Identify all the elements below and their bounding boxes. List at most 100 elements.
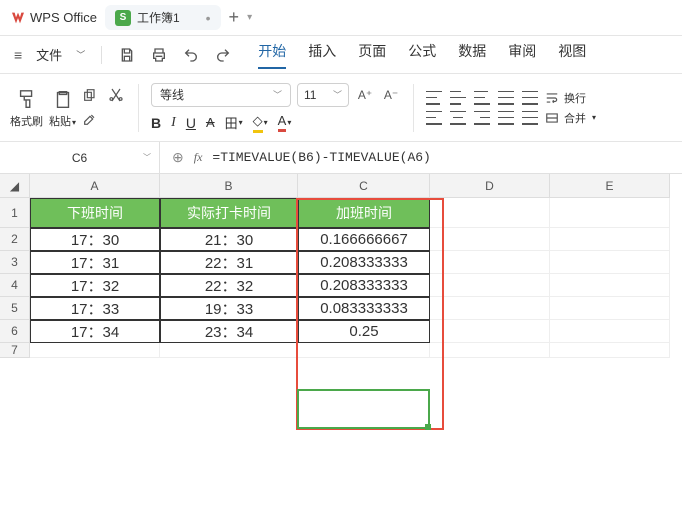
tab-review[interactable]: 审阅 [508, 41, 536, 69]
merge-button[interactable]: 合并▾ [544, 110, 596, 126]
align-left-icon[interactable] [426, 111, 442, 125]
cut-icon[interactable] [108, 87, 126, 105]
font-size-select[interactable]: 11 ﹀ [297, 83, 349, 107]
table-header[interactable]: 下班时间 [30, 198, 160, 228]
tab-menu-caret[interactable]: ▾ [247, 12, 252, 23]
print-icon[interactable] [150, 46, 168, 64]
cell[interactable]: 0.208333333 [298, 274, 430, 297]
align-right-icon[interactable] [474, 111, 490, 125]
table-header[interactable]: 加班时间 [298, 198, 430, 228]
underline-button[interactable]: U [186, 115, 196, 131]
tab-data[interactable]: 数据 [458, 41, 486, 69]
hamburger-icon[interactable]: ≡ [14, 47, 22, 63]
cell[interactable] [298, 343, 430, 358]
row-header[interactable]: 7 [0, 343, 30, 358]
file-menu[interactable]: 文件 [36, 45, 62, 64]
font-color-button[interactable]: A▾ [278, 113, 292, 132]
cell[interactable]: 0.166666667 [298, 228, 430, 251]
cell[interactable] [430, 343, 550, 358]
search-icon[interactable]: ⊕ [172, 149, 184, 166]
col-header-b[interactable]: B [160, 174, 298, 198]
undo-icon[interactable] [182, 46, 200, 64]
cell[interactable] [160, 343, 298, 358]
redo-icon[interactable] [214, 46, 232, 64]
cell[interactable] [550, 343, 670, 358]
font-name-select[interactable]: 等线 ﹀ [151, 83, 291, 107]
decrease-font-button[interactable]: A⁻ [381, 85, 401, 105]
save-icon[interactable] [118, 46, 136, 64]
cell-selected[interactable]: 0.25 [298, 320, 430, 343]
row-header[interactable]: 6 [0, 320, 30, 343]
tab-start[interactable]: 开始 [258, 41, 286, 69]
italic-button[interactable]: I [171, 115, 176, 131]
file-caret-icon[interactable]: ﹀ [76, 48, 85, 61]
cell[interactable]: 22：32 [160, 274, 298, 297]
col-header-a[interactable]: A [30, 174, 160, 198]
cell[interactable]: 21：30 [160, 228, 298, 251]
cell[interactable]: 22：31 [160, 251, 298, 274]
align-middle-icon[interactable] [450, 91, 466, 105]
cell[interactable] [430, 297, 550, 320]
cell[interactable] [550, 274, 670, 297]
cell[interactable] [430, 228, 550, 251]
row-header[interactable]: 3 [0, 251, 30, 274]
cell[interactable] [550, 198, 670, 228]
format-painter-button[interactable]: 格式刷 [10, 87, 43, 129]
cell[interactable]: 17：32 [30, 274, 160, 297]
cell[interactable]: 19：33 [160, 297, 298, 320]
cell[interactable]: 0.208333333 [298, 251, 430, 274]
tab-insert[interactable]: 插入 [308, 41, 336, 69]
cell[interactable] [430, 251, 550, 274]
cell[interactable] [430, 274, 550, 297]
copy-icon[interactable] [82, 87, 100, 105]
row-header[interactable]: 1 [0, 198, 30, 228]
col-header-c[interactable]: C [298, 174, 430, 198]
align-top-icon[interactable] [426, 91, 442, 105]
name-box[interactable]: C6 ﹀ [0, 142, 160, 173]
cell[interactable]: 0.083333333 [298, 297, 430, 320]
align-center-icon[interactable] [450, 111, 466, 125]
cell[interactable]: 17：31 [30, 251, 160, 274]
fx-icon[interactable]: fx [194, 150, 203, 165]
border-button[interactable]: 田▾ [225, 113, 243, 132]
bold-button[interactable]: B [151, 115, 161, 131]
indent-inc-icon[interactable] [522, 91, 538, 105]
col-header-d[interactable]: D [430, 174, 550, 198]
cell[interactable] [30, 343, 160, 358]
cell[interactable] [430, 198, 550, 228]
tab-page[interactable]: 页面 [358, 41, 386, 69]
cell[interactable] [550, 251, 670, 274]
cell[interactable] [550, 297, 670, 320]
doc-name: 工作簿1 [137, 9, 180, 26]
align-bottom-icon[interactable] [474, 91, 490, 105]
row-header[interactable]: 5 [0, 297, 30, 320]
tab-formula[interactable]: 公式 [408, 41, 436, 69]
table-header[interactable]: 实际打卡时间 [160, 198, 298, 228]
fill-color-button[interactable]: ◇▾ [253, 113, 268, 133]
cell[interactable]: 17：30 [30, 228, 160, 251]
brush-icon[interactable] [82, 111, 100, 129]
row-header[interactable]: 4 [0, 274, 30, 297]
col-header-e[interactable]: E [550, 174, 670, 198]
cell[interactable]: 23：34 [160, 320, 298, 343]
wrap-icon [544, 91, 560, 105]
document-tab[interactable]: S 工作簿1 • [105, 5, 221, 30]
tab-view[interactable]: 视图 [558, 41, 586, 69]
cell[interactable] [550, 228, 670, 251]
wrap-text-button[interactable]: 换行 [544, 90, 596, 106]
cell[interactable]: 17：34 [30, 320, 160, 343]
select-all-corner[interactable]: ◢ [0, 174, 30, 198]
align-justify-icon[interactable] [498, 111, 514, 125]
orientation-icon[interactable] [522, 111, 538, 125]
strike-button[interactable]: A [206, 115, 215, 130]
cell[interactable] [430, 320, 550, 343]
paste-button[interactable]: 粘贴▾ [49, 87, 76, 129]
new-tab-button[interactable]: + [229, 7, 240, 28]
formula-input-area[interactable]: ⊕ fx =TIMEVALUE(B6)-TIMEVALUE(A6) [160, 149, 682, 166]
indent-dec-icon[interactable] [498, 91, 514, 105]
row-header[interactable]: 2 [0, 228, 30, 251]
increase-font-button[interactable]: A⁺ [355, 85, 375, 105]
cell[interactable]: 17：33 [30, 297, 160, 320]
cell[interactable] [550, 320, 670, 343]
separator [101, 46, 102, 64]
